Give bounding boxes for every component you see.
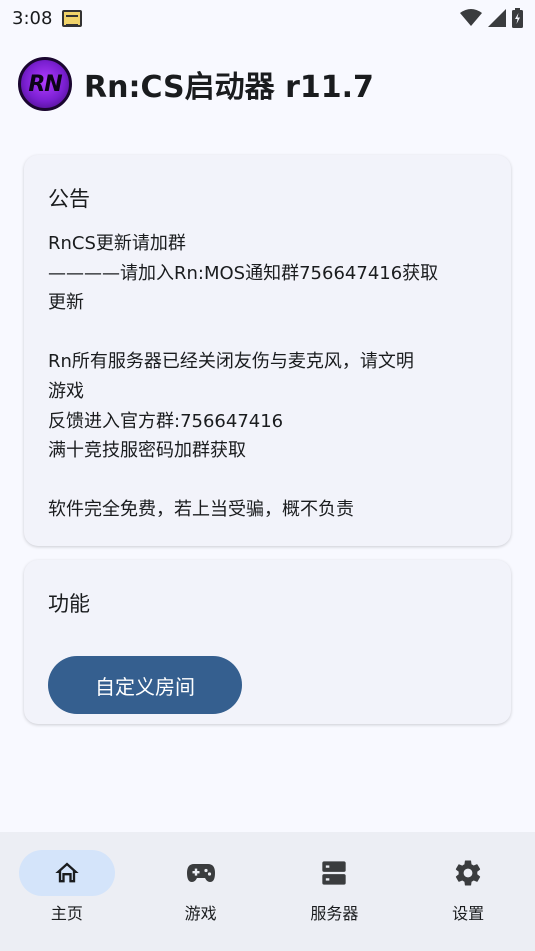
announcement-line: ————请加入Rn:MOS通知群756647416获取 bbox=[48, 262, 439, 284]
features-card: 功能 自定义房间 bbox=[24, 560, 511, 724]
nav-label-games: 游戏 bbox=[184, 904, 217, 923]
app-header: RN Rn:CS启动器 r11.7 bbox=[0, 50, 535, 118]
announcement-line bbox=[48, 466, 487, 496]
nav-indicator bbox=[153, 850, 249, 896]
status-icons bbox=[460, 8, 523, 28]
gear-icon bbox=[455, 860, 481, 886]
status-time: 3:08 bbox=[12, 7, 53, 29]
announcement-line: 游戏 bbox=[48, 380, 84, 402]
signal-icon bbox=[488, 9, 506, 27]
notification-icon bbox=[62, 9, 83, 27]
announcement-line: RnCS更新请加群 bbox=[48, 233, 186, 254]
announcement-line: 软件完全免费，若上当受骗，概不负责 bbox=[48, 499, 354, 521]
announcement-line: 更新 bbox=[48, 292, 84, 314]
announcement-body: RnCS更新请加群 ————请加入Rn:MOS通知群756647416获取 更新… bbox=[48, 229, 487, 525]
announcement-card: 公告 RnCS更新请加群 ————请加入Rn:MOS通知群756647416获取… bbox=[24, 155, 511, 546]
bottom-nav: 主页 游戏 服务器 设置 bbox=[0, 832, 535, 951]
announcement-line bbox=[48, 318, 487, 348]
nav-indicator bbox=[420, 850, 516, 896]
custom-room-button[interactable]: 自定义房间 bbox=[48, 656, 242, 714]
announcement-line: 反馈进入官方群:756647416 bbox=[48, 410, 284, 432]
wifi-icon bbox=[460, 9, 482, 27]
nav-item-home[interactable]: 主页 bbox=[0, 832, 134, 951]
nav-indicator bbox=[286, 850, 382, 896]
gamepad-icon bbox=[186, 864, 215, 882]
features-title: 功能 bbox=[48, 592, 90, 616]
nav-label-settings: 设置 bbox=[452, 904, 485, 923]
page-title: Rn:CS启动器 r11.7 bbox=[84, 70, 374, 105]
nav-item-servers[interactable]: 服务器 bbox=[268, 832, 402, 951]
nav-indicator bbox=[18, 850, 115, 896]
nav-label-home: 主页 bbox=[50, 904, 83, 923]
announcement-line: Rn所有服务器已经关闭友伤与麦克风，请文明 bbox=[48, 351, 414, 373]
announcement-line: 满十竞技服密码加群获取 bbox=[48, 440, 246, 462]
logo-text: RN bbox=[28, 71, 62, 97]
nav-label-servers: 服务器 bbox=[310, 904, 359, 923]
nav-item-games[interactable]: 游戏 bbox=[134, 832, 268, 951]
announcement-title: 公告 bbox=[48, 187, 90, 211]
nav-item-settings[interactable]: 设置 bbox=[401, 832, 535, 951]
status-bar: 3:08 bbox=[0, 0, 535, 36]
app-logo: RN bbox=[18, 57, 72, 111]
server-icon bbox=[322, 861, 347, 885]
battery-icon bbox=[512, 8, 523, 28]
home-icon bbox=[55, 862, 79, 883]
